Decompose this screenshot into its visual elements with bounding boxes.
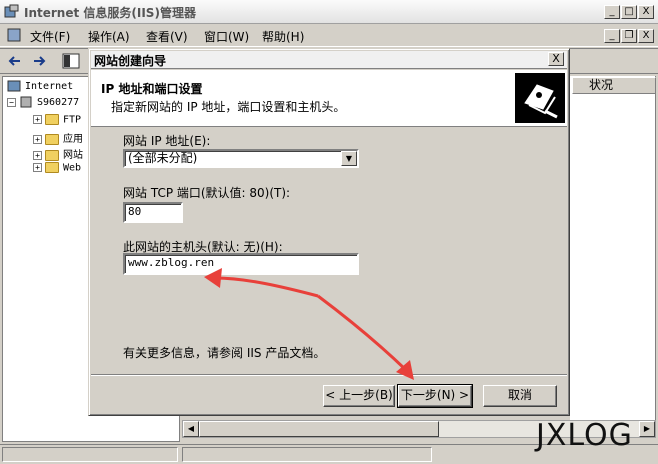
tree-node-ftp[interactable]: + FTP <box>33 114 81 130</box>
info-text: 有关更多信息，请参阅 IIS 产品文档。 <box>123 346 326 360</box>
expand-icon[interactable]: + <box>33 150 42 160</box>
maximize-button[interactable]: □ <box>621 5 637 19</box>
wizard-heading: IP 地址和端口设置 <box>101 82 203 96</box>
menu-file[interactable]: 文件(F) <box>30 28 70 45</box>
tree-node-label: Web <box>63 162 82 174</box>
tree-server[interactable]: − S960277 <box>7 96 79 112</box>
tcp-port-label: 网站 TCP 端口(默认值: 80)(T): <box>123 186 291 200</box>
cancel-button[interactable]: 取消 <box>483 385 557 407</box>
folder-icon <box>45 133 59 145</box>
menu-bar: 文件(F) 操作(A) 查看(V) 窗口(W) 帮助(H) _ ❐ X <box>0 25 658 47</box>
minimize-button[interactable]: _ <box>604 5 620 19</box>
back-arrow-icon[interactable] <box>8 54 22 68</box>
dialog-titlebar: 网站创建向导 X <box>91 51 567 69</box>
window-titlebar: Internet 信息服务(IIS)管理器 _ □ X <box>0 0 658 24</box>
expand-icon[interactable]: + <box>33 163 42 172</box>
wizard-subheading: 指定新网站的 IP 地址，端口设置和主机头。 <box>111 100 346 114</box>
collapse-icon[interactable]: − <box>7 97 16 107</box>
dialog-separator <box>91 374 567 376</box>
wizard-header: IP 地址和端口设置 指定新网站的 IP 地址，端口设置和主机头。 <box>91 70 567 127</box>
next-button[interactable]: 下一步(N) > <box>397 384 473 408</box>
close-button[interactable]: X <box>638 5 654 19</box>
iis-app-icon <box>4 4 19 18</box>
iis-root-icon <box>7 80 21 92</box>
expand-icon[interactable]: + <box>33 134 42 144</box>
server-icon <box>20 96 32 108</box>
tree-root[interactable]: Internet <box>7 80 73 96</box>
folder-icon <box>45 114 59 125</box>
mdi-close-button[interactable]: X <box>638 29 654 43</box>
scroll-right-button[interactable]: ▶ <box>639 421 655 437</box>
folder-icon <box>45 149 59 161</box>
tree-root-label: Internet <box>25 81 74 92</box>
menu-view[interactable]: 查看(V) <box>146 28 188 45</box>
status-panel <box>2 447 178 462</box>
window-title: Internet 信息服务(IIS)管理器 <box>24 6 196 20</box>
show-hide-tree-icon[interactable] <box>62 53 80 69</box>
scroll-thumb[interactable] <box>199 421 439 437</box>
menu-help[interactable]: 帮助(H) <box>262 28 304 45</box>
website-creation-wizard: 网站创建向导 X IP 地址和端口设置 指定新网站的 IP 地址，端口设置和主机… <box>88 48 570 416</box>
column-header-status[interactable]: 状况 <box>572 77 656 94</box>
forward-arrow-icon[interactable] <box>32 54 46 68</box>
host-header-input[interactable]: www.zblog.ren <box>123 253 359 275</box>
tree-node-label: FTP <box>63 114 82 126</box>
ip-address-label: 网站 IP 地址(E): <box>123 134 211 148</box>
tree-node-webext[interactable]: + Web <box>33 162 81 178</box>
tree-server-label: S960277 <box>37 97 80 108</box>
mdi-restore-button[interactable]: ❐ <box>621 29 637 43</box>
status-panel <box>182 447 432 462</box>
tree-node-label: 网站 <box>63 150 83 161</box>
details-pane <box>570 76 656 420</box>
scroll-left-button[interactable]: ◀ <box>183 421 199 437</box>
chevron-down-icon[interactable]: ▼ <box>341 151 357 166</box>
back-button[interactable]: < 上一步(B) <box>323 385 395 407</box>
watermark-text: JXLOG <box>536 418 633 453</box>
dialog-title: 网站创建向导 <box>94 54 167 68</box>
mmc-icon <box>7 28 21 42</box>
mdi-minimize-button[interactable]: _ <box>604 29 620 43</box>
ip-address-select[interactable]: (全部未分配) ▼ <box>123 149 359 168</box>
tcp-port-input[interactable]: 80 <box>123 202 183 223</box>
folder-icon <box>45 162 59 173</box>
dialog-close-button[interactable]: X <box>548 52 564 66</box>
tree-node-websites[interactable]: + 网站 <box>33 146 83 162</box>
wizard-header-icon <box>515 73 565 123</box>
tree-node-label: 应用 <box>63 134 83 145</box>
menu-window[interactable]: 窗口(W) <box>204 28 249 45</box>
menu-action[interactable]: 操作(A) <box>88 28 130 45</box>
ip-address-value: (全部未分配) <box>128 151 198 165</box>
tree-node-apppools[interactable]: + 应用 <box>33 130 83 146</box>
expand-icon[interactable]: + <box>33 115 42 124</box>
